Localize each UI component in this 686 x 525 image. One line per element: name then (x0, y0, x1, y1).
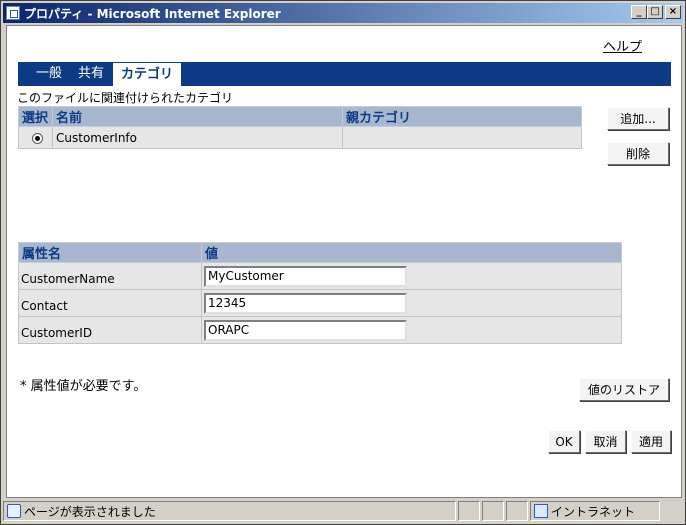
attribute-name-cell: CustomerID (18, 316, 202, 344)
table-row: Contact (18, 289, 622, 317)
table-row: CustomerName (18, 262, 622, 290)
attribute-value-cell (201, 289, 622, 317)
tab-sharing[interactable]: 共有 (70, 62, 112, 86)
maximize-button[interactable]: □ (647, 5, 663, 19)
delete-category-button[interactable]: 削除 (607, 142, 669, 165)
table-row: CustomerID (18, 316, 622, 344)
attributes-table: 属性名 値 CustomerName Contact CustomerID (18, 242, 622, 344)
attribute-value-cell (201, 316, 622, 344)
tab-category[interactable]: カテゴリ (112, 62, 183, 86)
apply-button[interactable]: 適用 (631, 430, 671, 453)
attribute-value-cell (201, 262, 622, 290)
tab-general[interactable]: 一般 (28, 62, 70, 86)
tab-bar: 一般 共有 カテゴリ (18, 62, 671, 86)
add-category-button[interactable]: 追加... (607, 107, 669, 130)
status-bar: ページが表示されました イントラネット (3, 501, 683, 521)
column-header-parent: 親カテゴリ (342, 106, 582, 127)
table-row: CustomerInfo (18, 126, 582, 149)
row-select-cell (18, 126, 53, 149)
page-content: ヘルプ 一般 共有 カテゴリ このファイルに関連付けられたカテゴリ 選択 名前 … (6, 25, 682, 498)
column-header-value: 値 (201, 242, 622, 263)
column-header-name: 名前 (52, 106, 343, 127)
status-zone: イントラネット (551, 504, 636, 519)
column-header-attribute-name: 属性名 (18, 242, 202, 263)
intranet-zone-icon (534, 504, 548, 518)
attribute-name-cell: Contact (18, 289, 202, 317)
window-controls: _ □ × (631, 5, 681, 19)
title-bar[interactable]: プロパティ - Microsoft Internet Explorer _ □ … (3, 3, 683, 23)
status-zone-cell: イントラネット (530, 501, 660, 521)
row-name-cell: CustomerInfo (52, 126, 343, 149)
category-select-radio[interactable] (32, 132, 43, 144)
customer-name-input[interactable] (204, 265, 407, 287)
status-message-cell: ページが表示されました (3, 501, 456, 521)
ie-page-icon (6, 6, 20, 20)
status-message: ページが表示されました (24, 504, 156, 519)
page-status-icon (7, 504, 21, 518)
customer-id-input[interactable] (204, 319, 407, 341)
status-panel-1 (458, 501, 480, 521)
minimize-button[interactable]: _ (631, 5, 647, 19)
status-panel-2 (482, 501, 504, 521)
browser-window: プロパティ - Microsoft Internet Explorer _ □ … (0, 0, 686, 525)
help-link[interactable]: ヘルプ (603, 36, 642, 55)
restore-values-button[interactable]: 値のリストア (579, 378, 669, 401)
attribute-name-cell: CustomerName (18, 262, 202, 290)
contact-input[interactable] (204, 292, 407, 314)
category-section-caption: このファイルに関連付けられたカテゴリ (17, 91, 234, 105)
cancel-button[interactable]: 取消 (585, 430, 626, 453)
row-parent-cell (342, 126, 582, 149)
window-title: プロパティ - Microsoft Internet Explorer (24, 6, 281, 21)
required-note: * 属性値が必要です。 (20, 379, 147, 394)
column-header-select: 選択 (18, 106, 53, 127)
category-table: 選択 名前 親カテゴリ CustomerInfo (18, 106, 582, 149)
status-panel-3 (506, 501, 528, 521)
ok-button[interactable]: OK (548, 430, 580, 453)
close-button[interactable]: × (665, 5, 681, 19)
